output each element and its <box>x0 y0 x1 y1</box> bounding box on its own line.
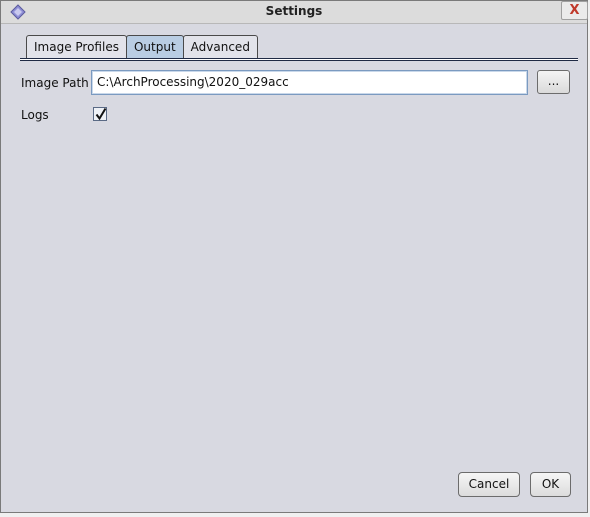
settings-dialog: Settings X Image Profiles Output Advance… <box>0 0 588 513</box>
close-button[interactable]: X <box>561 1 588 20</box>
browse-button[interactable]: ... <box>537 70 570 94</box>
settings-tabs: Image Profiles Output Advanced <box>26 35 258 59</box>
tab-divider <box>20 58 578 61</box>
checkmark-icon <box>95 107 107 121</box>
tab-advanced[interactable]: Advanced <box>182 35 258 58</box>
cancel-button[interactable]: Cancel <box>458 472 520 497</box>
ok-button[interactable]: OK <box>530 472 571 497</box>
image-path-input[interactable]: C:\ArchProcessing\2020_029acc <box>91 70 528 95</box>
title-bar[interactable]: Settings X <box>1 1 588 24</box>
tab-image-profiles[interactable]: Image Profiles <box>26 35 127 58</box>
image-path-label: Image Path <box>21 76 89 90</box>
window-title: Settings <box>265 4 323 18</box>
logs-checkbox[interactable] <box>93 107 107 121</box>
logs-label: Logs <box>21 108 49 122</box>
tab-output[interactable]: Output <box>125 35 184 58</box>
